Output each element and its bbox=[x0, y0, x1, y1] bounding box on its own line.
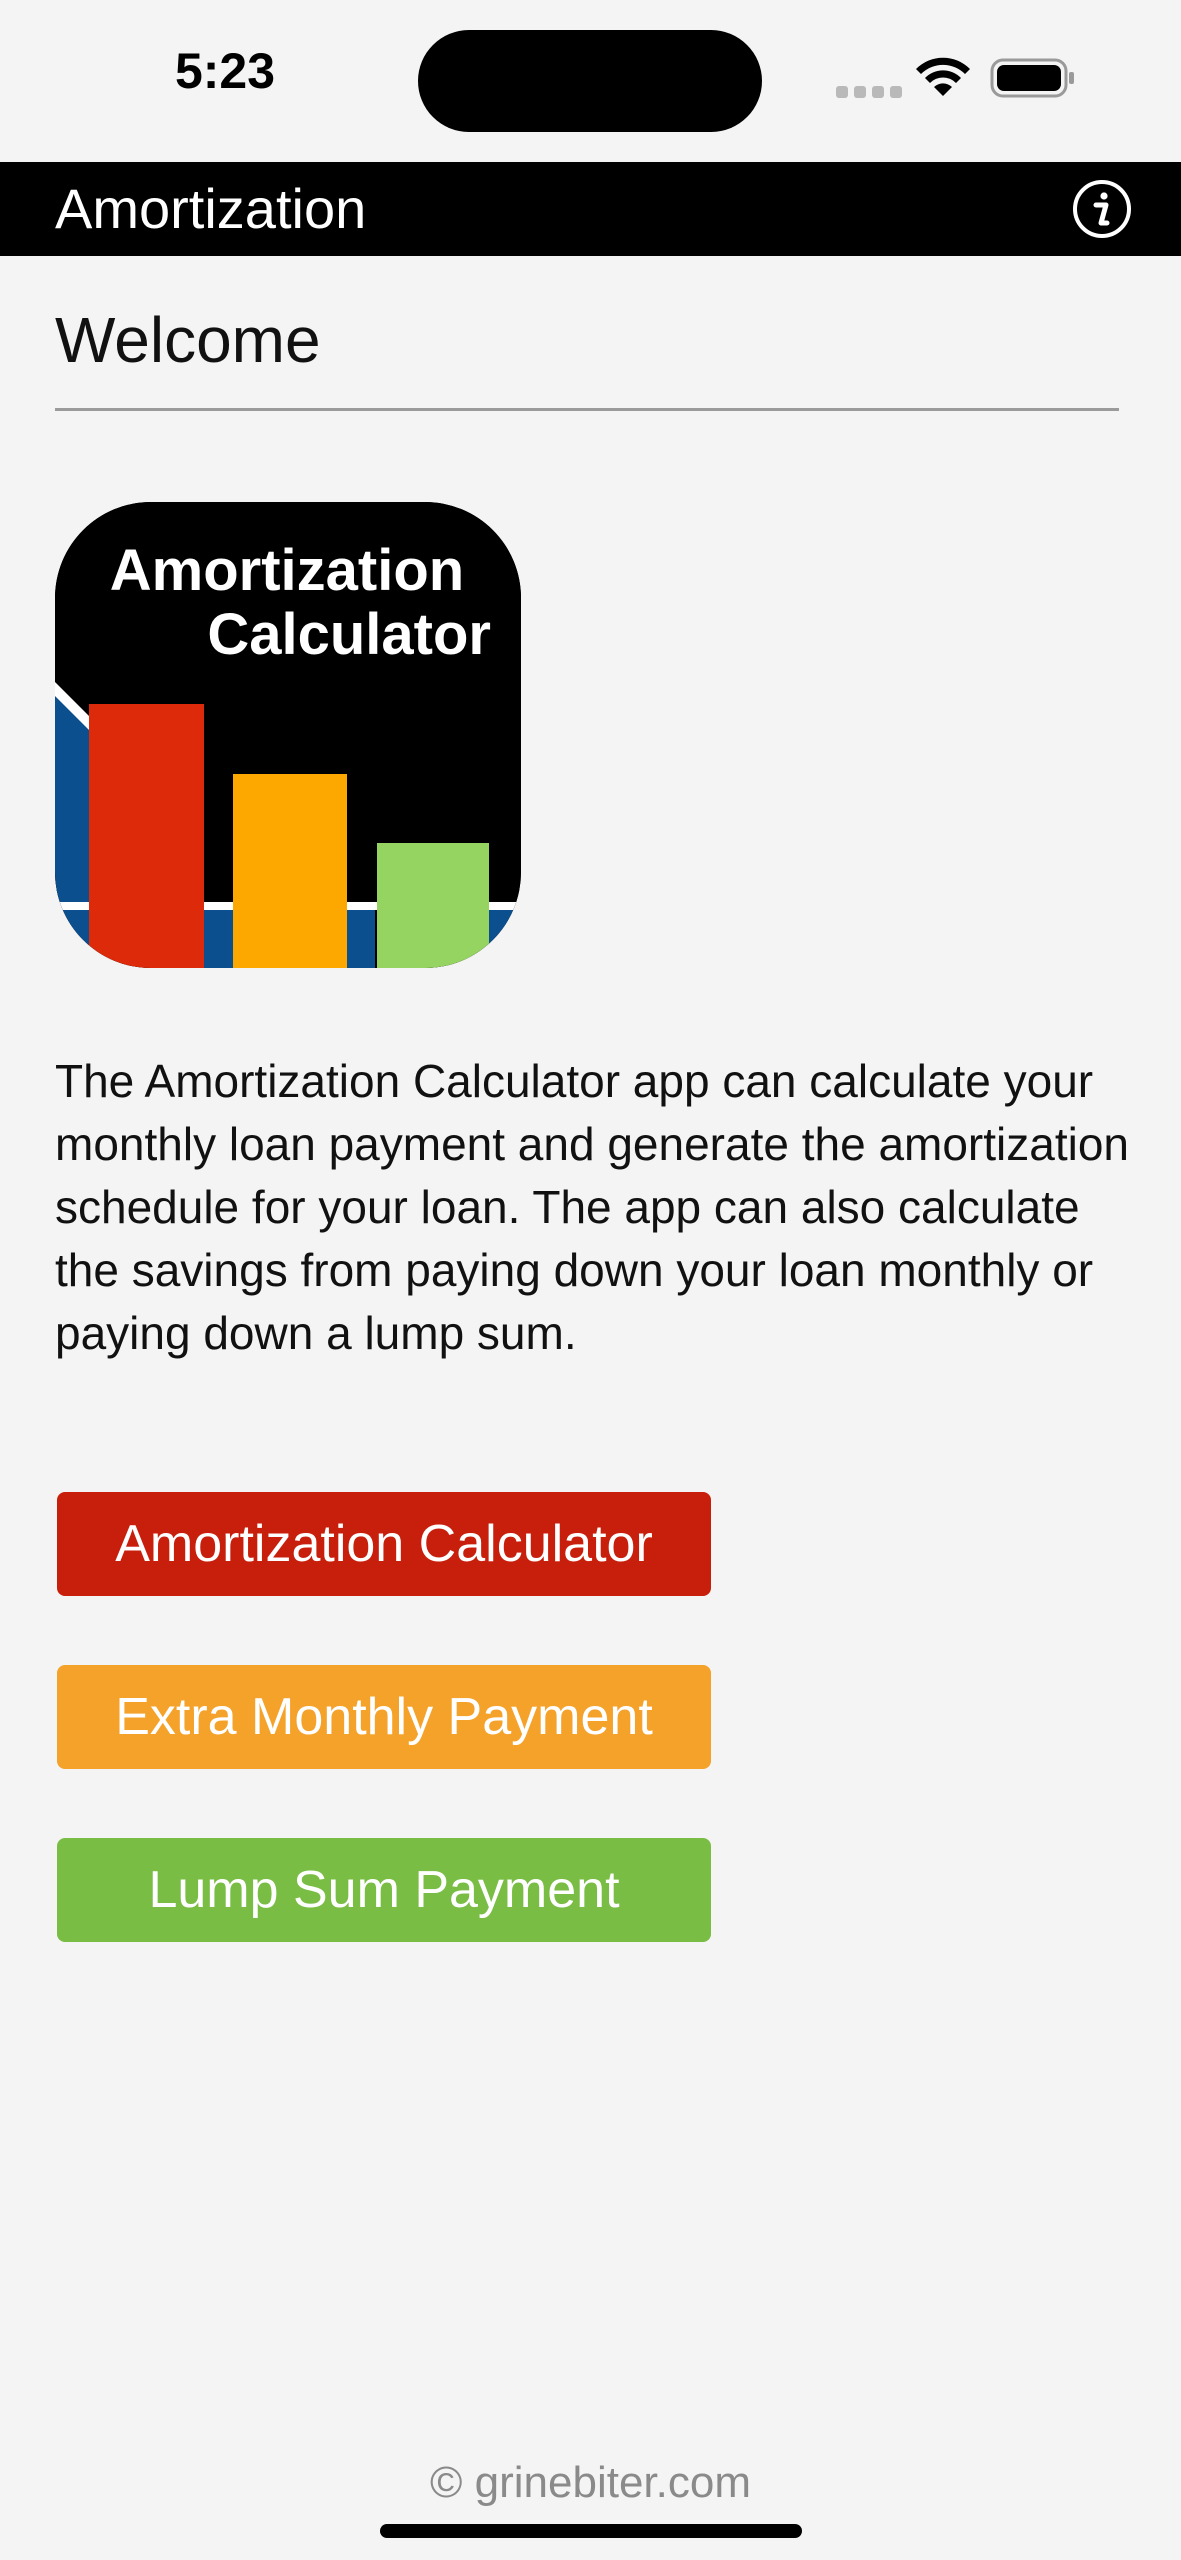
battery-icon bbox=[990, 58, 1074, 98]
app-logo-line2: Calculator bbox=[207, 602, 491, 667]
navigation-bar: Amortization bbox=[0, 162, 1181, 256]
nav-title: Amortization bbox=[55, 177, 367, 240]
status-time: 5:23 bbox=[174, 43, 276, 99]
app-logo: Amortization Calculator bbox=[55, 502, 521, 968]
app-description: The Amortization Calculator app can calc… bbox=[55, 1055, 1129, 1359]
extra-monthly-payment-button[interactable]: Extra Monthly Payment bbox=[57, 1665, 711, 1769]
cellular-signal-icon bbox=[836, 86, 902, 98]
wifi-icon bbox=[916, 57, 970, 96]
info-icon[interactable] bbox=[1072, 179, 1132, 239]
status-bar: 5:23 bbox=[0, 0, 1181, 162]
dynamic-island bbox=[418, 30, 762, 132]
divider bbox=[55, 408, 1119, 411]
amortization-calculator-button[interactable]: Amortization Calculator bbox=[57, 1492, 711, 1596]
copyright-footer: © grinebiter.com bbox=[430, 2458, 751, 2507]
home-indicator[interactable] bbox=[380, 2524, 802, 2538]
app-logo-line1: Amortization bbox=[110, 538, 464, 603]
page-title: Welcome bbox=[55, 304, 321, 376]
lump-sum-payment-button[interactable]: Lump Sum Payment bbox=[57, 1838, 711, 1942]
